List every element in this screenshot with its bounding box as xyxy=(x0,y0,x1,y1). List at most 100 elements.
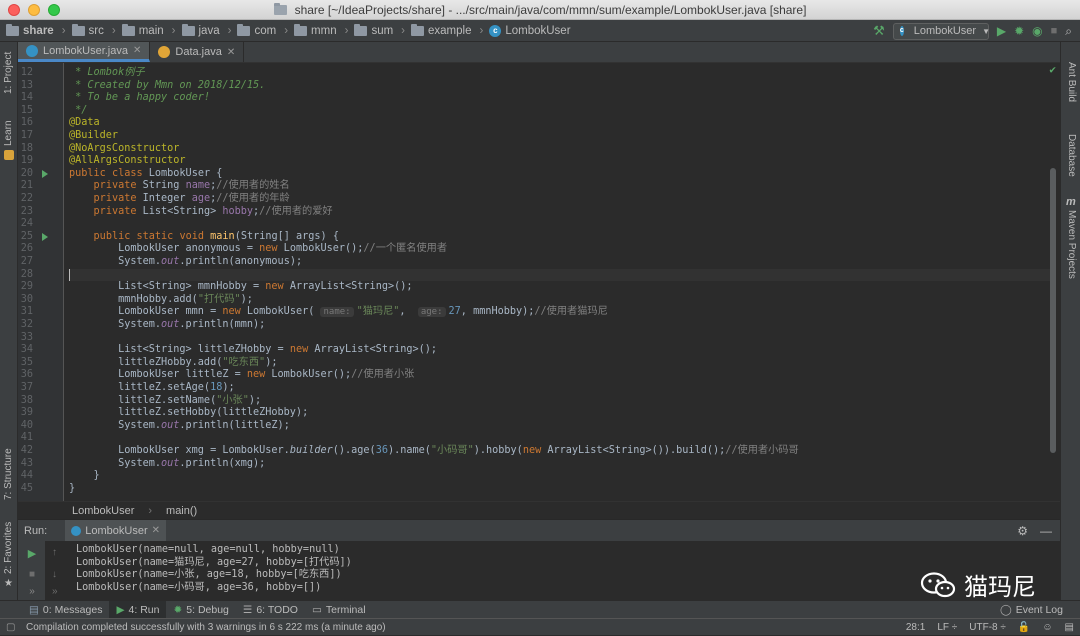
code-line: public static void main(String[] args) { xyxy=(93,230,339,242)
run-coverage-icon[interactable]: ◉ xyxy=(1032,24,1042,38)
tool-tab-event-log[interactable]: ◯ Event Log xyxy=(993,601,1070,619)
gear-icon[interactable]: ⚙ xyxy=(1017,524,1028,538)
breadcrumb-sum[interactable]: sum › xyxy=(348,23,405,37)
line-separator[interactable]: LF ÷ xyxy=(937,622,957,633)
more-icon[interactable]: » xyxy=(52,586,58,597)
breadcrumb-main[interactable]: main › xyxy=(116,23,176,37)
caret-position[interactable]: 28:1 xyxy=(906,622,925,633)
breadcrumb-share[interactable]: share › xyxy=(0,23,66,37)
code-line: private List<String> hobby;//使用者的爱好 xyxy=(93,205,333,217)
code-line: List<String> littleZHobby = new ArrayLis… xyxy=(69,344,438,356)
run-configuration-select[interactable]: c LombokUser ▼ xyxy=(892,22,990,40)
tool-tab-debug[interactable]: ✹ 5: Debug xyxy=(166,601,235,619)
breadcrumb-src[interactable]: src › xyxy=(66,23,116,37)
more-icon[interactable]: » xyxy=(18,586,46,597)
debug-bug-icon[interactable]: ✹ xyxy=(1014,24,1024,38)
line-number: 18 xyxy=(20,142,33,154)
run-label: Run: xyxy=(24,524,48,537)
minimize-panel-icon[interactable]: — xyxy=(1040,524,1052,538)
code-line: } xyxy=(69,470,100,482)
line-number: 37 xyxy=(20,382,33,393)
event-log-icon: ◯ xyxy=(999,603,1012,616)
build-hammer-icon[interactable]: ⚒ xyxy=(873,23,885,39)
tool-tab-terminal[interactable]: ▭ Terminal xyxy=(305,601,373,619)
tab-lombokuser-java[interactable]: LombokUser.java ✕ xyxy=(18,42,151,62)
line-number-gutter: 12 13 14 15 16 17 18 19 20 21 22 23 24 2… xyxy=(18,63,64,501)
breadcrumb-example[interactable]: example › xyxy=(405,23,483,37)
breadcrumb-mmn[interactable]: mmn › xyxy=(288,23,348,37)
line-number: 25 xyxy=(20,230,33,242)
tool-tab-ant-build[interactable]: Ant Build xyxy=(1066,62,1077,102)
messages-icon: ▤ xyxy=(29,603,39,616)
tool-windows-icon[interactable]: ▢ xyxy=(6,622,15,633)
java-annotation-icon xyxy=(158,46,171,58)
line-number: 43 xyxy=(20,457,33,469)
line-number: 32 xyxy=(20,319,33,330)
line-number: 36 xyxy=(20,369,33,381)
code-line: private Integer age;//使用者的年龄 xyxy=(93,193,290,204)
scroll-down-icon[interactable]: ↓ xyxy=(52,569,57,580)
breadcrumb-com[interactable]: com › xyxy=(231,23,288,37)
line-number: 24 xyxy=(20,218,33,230)
run-toolbar: ▶ ■ » xyxy=(18,541,46,600)
inspection-ok-icon[interactable]: ✔ xyxy=(1049,63,1056,76)
close-window-button[interactable] xyxy=(8,4,20,16)
line-number: 16 xyxy=(20,117,33,129)
editor-breadcrumb: LombokUser › main() xyxy=(18,501,1060,519)
editor-scrollbar[interactable] xyxy=(1050,168,1056,453)
rerun-icon[interactable]: ▶ xyxy=(18,547,46,560)
folder-icon xyxy=(6,23,19,36)
run-icon[interactable]: ▶ xyxy=(997,24,1006,38)
line-number: 45 xyxy=(20,482,33,494)
breadcrumb-class[interactable]: LombokUser xyxy=(72,505,134,517)
run-tab-lombokuser[interactable]: LombokUser ✕ xyxy=(65,519,166,542)
stop-icon[interactable]: ■ xyxy=(1051,25,1058,37)
console-line: LombokUser(name=小张, age=18, hobby=[吃东西]) xyxy=(76,569,342,581)
stop-icon[interactable]: ■ xyxy=(18,569,46,580)
chevron-right-icon: › xyxy=(148,504,153,517)
right-tool-strip: Ant Build Database m Maven Projects xyxy=(1060,42,1080,602)
lock-icon[interactable]: 🔓 xyxy=(1018,622,1030,633)
tool-tab-favorites[interactable]: 2: Favorites xyxy=(3,522,14,574)
code-line: System.out.println(xmg); xyxy=(69,457,266,469)
breadcrumb-method[interactable]: main() xyxy=(166,505,197,517)
status-bar: ▢ Compilation completed successfully wit… xyxy=(0,618,1080,635)
line-number: 19 xyxy=(20,155,33,167)
code-line: @NoArgsConstructor xyxy=(69,142,180,154)
code-line: public class LombokUser { xyxy=(69,167,223,179)
scroll-up-icon[interactable]: ↑ xyxy=(52,547,57,558)
close-icon[interactable]: ✕ xyxy=(227,47,235,58)
run-console[interactable]: ▶ ■ » ↑ ↓ » LombokUser(name=null, age=nu… xyxy=(18,541,1060,600)
notifications-icon[interactable]: ▤ xyxy=(1065,622,1074,633)
file-encoding[interactable]: UTF-8 ÷ xyxy=(969,622,1006,633)
inspector-icon[interactable]: ☺ xyxy=(1042,622,1052,633)
breadcrumb-java[interactable]: java › xyxy=(176,23,231,37)
code-line: private String name;//使用者的姓名 xyxy=(93,180,290,192)
java-class-icon xyxy=(71,525,82,536)
run-icon: ▶ xyxy=(116,603,125,616)
tab-data-java[interactable]: Data.java ✕ xyxy=(150,42,245,62)
maximize-window-button[interactable] xyxy=(48,4,60,16)
class-icon: c xyxy=(899,26,904,36)
minimize-window-button[interactable] xyxy=(28,4,40,16)
search-everywhere-icon[interactable]: ⌕ xyxy=(1065,24,1072,39)
close-icon[interactable]: ✕ xyxy=(152,525,160,536)
run-class-gutter-icon[interactable] xyxy=(42,169,48,178)
code-line: LombokUser littleZ = new LombokUser();//… xyxy=(69,369,415,381)
tool-tab-run[interactable]: ▶ 4: Run xyxy=(109,600,167,619)
tool-tab-messages[interactable]: ▤ 0: Messages xyxy=(22,601,109,619)
code-editor[interactable]: 12 13 14 15 16 17 18 19 20 21 22 23 24 2… xyxy=(18,63,1060,501)
tool-tab-database[interactable]: Database xyxy=(1066,134,1077,177)
code-line-current xyxy=(69,268,1054,282)
breadcrumb-lombokuser[interactable]: c LombokUser xyxy=(483,24,571,37)
code-area[interactable]: * Lombok例子 * Created by Mmn on 2018/12/1… xyxy=(69,63,1054,501)
close-icon[interactable]: ✕ xyxy=(133,45,141,56)
line-number: 44 xyxy=(20,470,33,482)
line-number: 39 xyxy=(20,407,33,419)
tool-tab-todo[interactable]: ☰ 6: TODO xyxy=(236,601,305,619)
code-line: LombokUser xmg = LombokUser.builder().ag… xyxy=(69,445,799,456)
tool-tab-maven-projects[interactable]: Maven Projects xyxy=(1066,210,1077,279)
run-main-gutter-icon[interactable] xyxy=(42,232,48,241)
status-message[interactable]: Compilation completed successfully with … xyxy=(26,622,386,633)
